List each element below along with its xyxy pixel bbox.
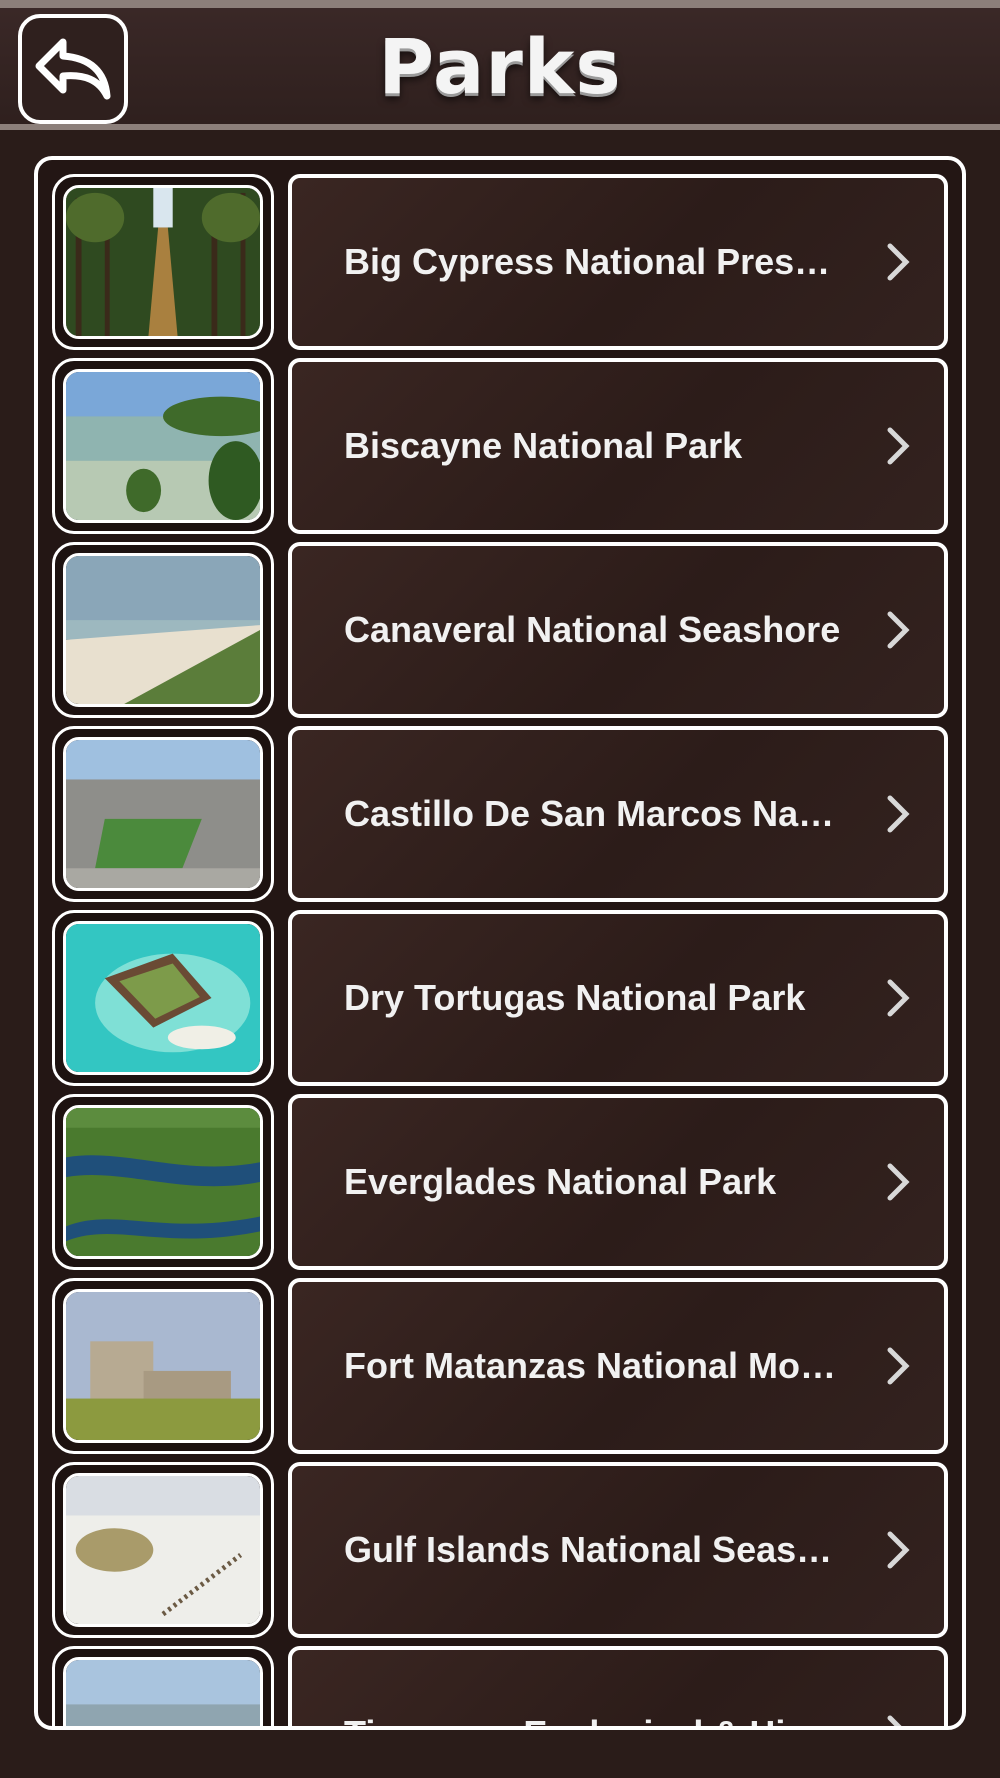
park-thumbnail <box>52 910 274 1086</box>
list-item[interactable]: Dry Tortugas National Park <box>52 910 948 1086</box>
park-name-box[interactable]: Dry Tortugas National Park <box>288 910 948 1086</box>
park-name-box[interactable]: Fort Matanzas National Mo… <box>288 1278 948 1454</box>
chevron-right-icon <box>887 1531 910 1569</box>
chevron-right-icon <box>887 611 910 649</box>
park-name: Castillo De San Marcos Na… <box>344 793 835 834</box>
list-item[interactable]: Timucuan Ecological & Hi… <box>52 1646 948 1726</box>
list-item[interactable]: Big Cypress National Pres… <box>52 174 948 350</box>
park-thumbnail <box>52 1462 274 1638</box>
park-thumbnail <box>52 726 274 902</box>
list-item[interactable]: Biscayne National Park <box>52 358 948 534</box>
park-name: Biscayne National Park <box>344 425 743 466</box>
fort-tower-image <box>66 1292 260 1440</box>
park-thumbnail <box>52 1094 274 1270</box>
wetlands-aerial-image <box>66 1108 260 1256</box>
chevron-right-icon <box>887 243 910 281</box>
chevron-right-icon <box>887 1163 910 1201</box>
park-thumbnail <box>52 542 274 718</box>
park-thumbnail <box>52 174 274 350</box>
park-name-box[interactable]: Castillo De San Marcos Na… <box>288 726 948 902</box>
chevron-right-icon <box>887 1347 910 1385</box>
chevron-right-icon <box>887 979 910 1017</box>
bottom-bar <box>0 1748 1000 1778</box>
list-item[interactable]: Castillo De San Marcos Na… <box>52 726 948 902</box>
park-name: Fort Matanzas National Mo… <box>344 1345 837 1386</box>
chevron-right-icon <box>887 795 910 833</box>
park-name-box[interactable]: Canaveral National Seashore <box>288 542 948 718</box>
cypress-swamp-image <box>66 188 260 336</box>
app-header: Parks <box>0 8 1000 130</box>
parks-list[interactable]: Big Cypress National Pres… Biscayne Nati… <box>34 156 966 1730</box>
stone-fort-image <box>66 740 260 888</box>
park-thumbnail <box>52 358 274 534</box>
list-item[interactable]: Everglades National Park <box>52 1094 948 1270</box>
park-name-box[interactable]: Everglades National Park <box>288 1094 948 1270</box>
list-item[interactable]: Fort Matanzas National Mo… <box>52 1278 948 1454</box>
island-fort-image <box>66 924 260 1072</box>
chevron-right-icon <box>887 427 910 465</box>
park-name-box[interactable]: Biscayne National Park <box>288 358 948 534</box>
park-name: Gulf Islands National Seas… <box>344 1529 833 1570</box>
park-name: Big Cypress National Pres… <box>344 241 831 282</box>
park-thumbnail <box>52 1646 274 1726</box>
park-name: Everglades National Park <box>344 1161 777 1202</box>
page-title: Parks <box>378 22 622 111</box>
park-name-box[interactable]: Timucuan Ecological & Hi… <box>288 1646 948 1726</box>
park-name-box[interactable]: Gulf Islands National Seas… <box>288 1462 948 1638</box>
park-thumbnail <box>52 1278 274 1454</box>
coastal-town-image <box>66 1660 260 1726</box>
park-name: Dry Tortugas National Park <box>344 977 806 1018</box>
park-name: Canaveral National Seashore <box>344 609 841 650</box>
sand-dunes-image <box>66 1476 260 1624</box>
list-item[interactable]: Gulf Islands National Seas… <box>52 1462 948 1638</box>
status-line <box>0 0 1000 8</box>
list-item[interactable]: Canaveral National Seashore <box>52 542 948 718</box>
beach-image <box>66 556 260 704</box>
chevron-right-icon <box>887 1715 902 1726</box>
mangrove-shore-image <box>66 372 260 520</box>
park-name: Timucuan Ecological & Hi… <box>344 1650 844 1726</box>
park-name-box[interactable]: Big Cypress National Pres… <box>288 174 948 350</box>
